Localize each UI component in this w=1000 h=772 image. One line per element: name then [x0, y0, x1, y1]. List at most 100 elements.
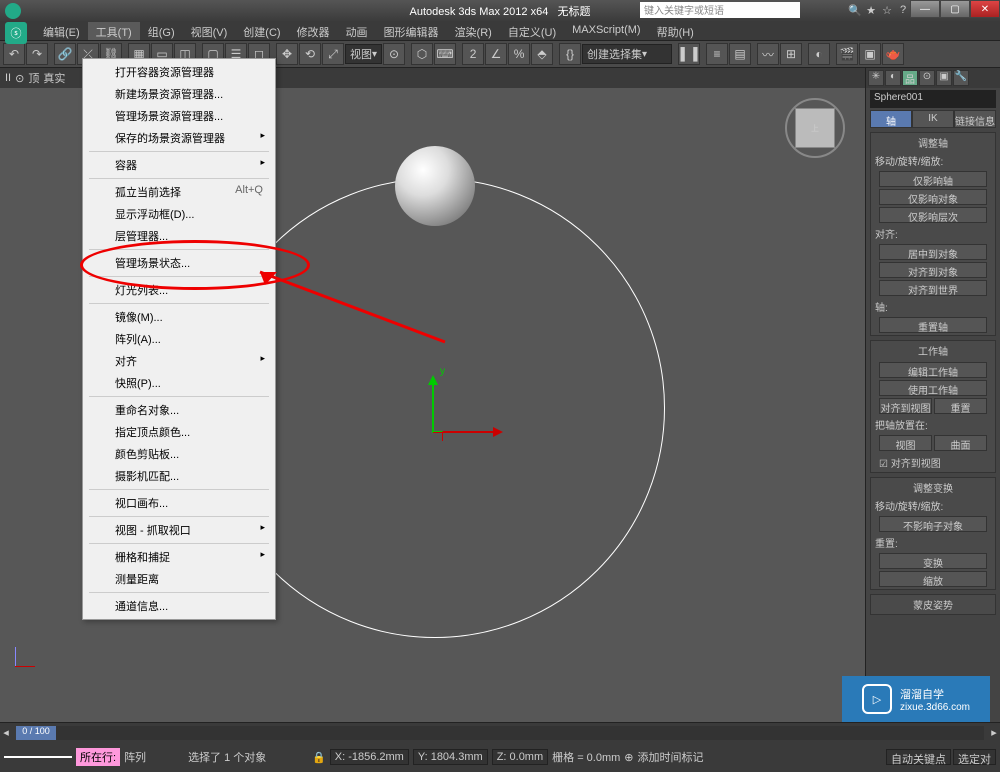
menu-customize[interactable]: 自定义(U) [500, 22, 564, 40]
schematic-button[interactable]: ⊞ [780, 43, 802, 65]
menu-item[interactable]: 对齐 [85, 350, 273, 372]
hierarchy-tab-icon[interactable]: 品 [902, 70, 918, 86]
menu-group[interactable]: 组(G) [140, 22, 183, 40]
layer-button[interactable]: ▤ [729, 43, 751, 65]
close-button[interactable]: ✕ [970, 0, 1000, 18]
rotate-button[interactable]: ⟲ [299, 43, 321, 65]
object-name-field[interactable]: Sphere001 [870, 90, 996, 108]
menu-item[interactable]: 层管理器... [85, 225, 273, 247]
timeline-track[interactable]: 0 / 100 [16, 726, 984, 740]
menu-item[interactable]: 指定顶点颜色... [85, 421, 273, 443]
menu-item[interactable]: 摄影机匹配... [85, 465, 273, 487]
link-button[interactable]: 🔗 [54, 43, 76, 65]
z-coord-field[interactable]: Z: 0.0mm [492, 749, 548, 765]
ik-tab[interactable]: IK [912, 110, 954, 128]
scene-sphere-object[interactable] [395, 146, 475, 226]
render-button[interactable]: 🫖 [882, 43, 904, 65]
viewport-shade-icon[interactable]: ⊙ [15, 72, 24, 85]
align-to-view-checkbox[interactable]: ☑ 对齐到视图 [871, 453, 995, 472]
modify-tab-icon[interactable]: ◐ [885, 70, 901, 86]
undo-button[interactable]: ↶ [3, 43, 25, 65]
snap-percent-button[interactable]: % [508, 43, 530, 65]
y-coord-field[interactable]: Y: 1804.3mm [413, 749, 488, 765]
auto-key-button[interactable]: 自动关键点 [886, 749, 951, 765]
menu-help[interactable]: 帮助(H) [649, 22, 702, 40]
menu-graph-editors[interactable]: 图形编辑器 [376, 22, 447, 40]
align-to-world-button[interactable]: 对齐到世界 [879, 280, 987, 296]
viewport-mode[interactable]: 真实 [43, 70, 65, 86]
time-tag-hint[interactable]: 添加时间标记 [638, 749, 704, 765]
move-button[interactable]: ✥ [276, 43, 298, 65]
manipulate-button[interactable]: ⬡ [411, 43, 433, 65]
reset-button[interactable]: 重置 [934, 398, 987, 414]
menu-item[interactable]: 视图 - 抓取视口 [85, 519, 273, 541]
align-to-object-button[interactable]: 对齐到对象 [879, 262, 987, 278]
help-icon[interactable]: ? [896, 4, 910, 18]
affect-hierarchy-button[interactable]: 仅影响层次 [879, 207, 987, 223]
material-editor-button[interactable]: ◐ [808, 43, 830, 65]
edit-named-sel-button[interactable]: {} [559, 43, 581, 65]
menu-item[interactable]: 快照(P)... [85, 372, 273, 394]
render-setup-button[interactable]: 🎬 [836, 43, 858, 65]
star-icon[interactable]: ☆ [880, 4, 894, 18]
menu-views[interactable]: 视图(V) [183, 22, 236, 40]
scale-button[interactable]: 缩放 [879, 571, 987, 587]
gizmo-y-axis[interactable] [432, 378, 434, 433]
menu-item[interactable]: 保存的场景资源管理器 [85, 127, 273, 149]
menu-item[interactable]: 孤立当前选择Alt+Q [85, 181, 273, 203]
menu-item[interactable]: 视口画布... [85, 492, 273, 514]
lock-icon[interactable]: 🔒 [312, 751, 326, 764]
star-icon[interactable]: ★ [864, 4, 878, 18]
time-tag-icon[interactable]: ⊕ [624, 751, 633, 764]
snap-angle-button[interactable]: ∠ [485, 43, 507, 65]
menu-item[interactable]: 管理场景状态... [85, 252, 273, 274]
menu-item[interactable]: 测量距离 [85, 568, 273, 590]
render-frame-button[interactable]: ▣ [859, 43, 881, 65]
gizmo-xy-plane[interactable] [433, 431, 443, 441]
menu-item[interactable]: 打开容器资源管理器 [85, 61, 273, 83]
menu-modifiers[interactable]: 修改器 [289, 22, 338, 40]
scale-button[interactable]: ⤢ [322, 43, 344, 65]
edit-working-pivot-button[interactable]: 编辑工作轴 [879, 362, 987, 378]
view-button[interactable]: 视图 [879, 435, 932, 451]
align-to-view-button[interactable]: 对齐到视图 [879, 398, 932, 414]
menu-item[interactable]: 栅格和捕捉 [85, 546, 273, 568]
script-line-field[interactable] [4, 756, 72, 758]
reset-pivot-button[interactable]: 重置轴 [879, 317, 987, 333]
utilities-tab-icon[interactable]: 🔧 [953, 70, 969, 86]
dont-affect-children-button[interactable]: 不影响子对象 [879, 516, 987, 532]
menu-item[interactable]: 灯光列表... [85, 279, 273, 301]
center-to-object-button[interactable]: 居中到对象 [879, 244, 987, 260]
affect-pivot-only-button[interactable]: 仅影响轴 [879, 171, 987, 187]
gizmo-x-axis[interactable] [433, 431, 500, 433]
menu-item[interactable]: 镜像(M)... [85, 306, 273, 328]
time-slider[interactable]: ◂ 0 / 100 ▸ [0, 722, 1000, 742]
search-icon[interactable]: 🔍 [848, 4, 862, 18]
timeline-prev-icon[interactable]: ◂ [0, 726, 12, 739]
motion-tab-icon[interactable]: ⊙ [919, 70, 935, 86]
snap-2d-button[interactable]: 2 [462, 43, 484, 65]
help-search-input[interactable]: 键入关键字或短语 [640, 2, 800, 18]
menu-rendering[interactable]: 渲染(R) [447, 22, 500, 40]
menu-item[interactable]: 颜色剪贴板... [85, 443, 273, 465]
app-logo[interactable]: ⓢ [5, 22, 27, 44]
menu-maxscript[interactable]: MAXScript(M) [564, 22, 648, 40]
menu-item[interactable]: 重命名对象... [85, 399, 273, 421]
named-selection-dropdown[interactable]: 创建选择集 ▾ [582, 44, 672, 64]
pivot-button[interactable]: ⊙ [383, 43, 405, 65]
transform-button[interactable]: 变换 [879, 553, 987, 569]
menu-create[interactable]: 创建(C) [235, 22, 288, 40]
affect-object-only-button[interactable]: 仅影响对象 [879, 189, 987, 205]
selected-button[interactable]: 选定对 [953, 749, 996, 765]
menu-animation[interactable]: 动画 [338, 22, 376, 40]
display-tab-icon[interactable]: ▣ [936, 70, 952, 86]
menu-item[interactable]: 容器 [85, 154, 273, 176]
ref-coord-dropdown[interactable]: 视图 ▾ [345, 44, 382, 64]
maximize-button[interactable]: ▢ [940, 0, 970, 18]
menu-item[interactable]: 显示浮动框(D)... [85, 203, 273, 225]
timeline-next-icon[interactable]: ▸ [988, 726, 1000, 739]
menu-item[interactable]: 阵列(A)... [85, 328, 273, 350]
create-tab-icon[interactable]: ✳ [868, 70, 884, 86]
menu-item[interactable]: 通道信息... [85, 595, 273, 617]
redo-button[interactable]: ↷ [26, 43, 48, 65]
